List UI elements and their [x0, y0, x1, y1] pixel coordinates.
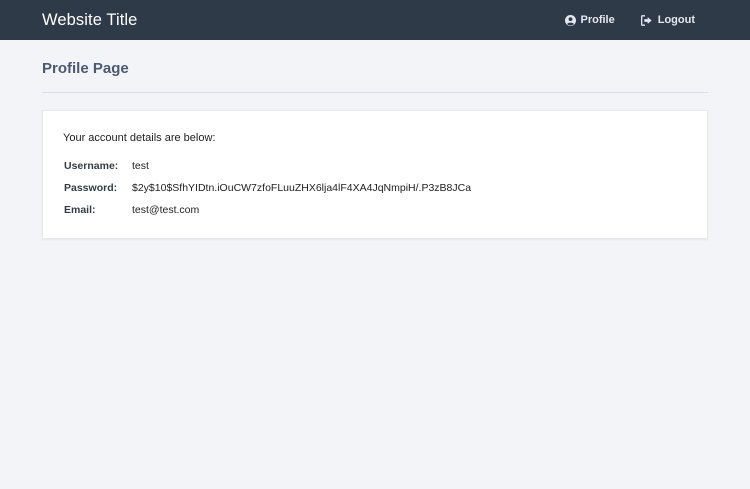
- user-circle-icon: [564, 14, 576, 26]
- username-label: Username:: [64, 160, 119, 172]
- email-row: Email: test@test.com: [63, 199, 471, 221]
- logout-link[interactable]: Logout: [640, 14, 695, 26]
- nav-links: Profile Logout: [564, 14, 709, 26]
- site-title[interactable]: Website Title: [42, 11, 137, 30]
- username-value: test: [132, 160, 149, 172]
- account-details-card: Your account details are below: Username…: [42, 110, 708, 239]
- sign-out-icon: [640, 14, 653, 26]
- main-content: Profile Page Your account details are be…: [0, 40, 750, 239]
- profile-link-label: Profile: [580, 14, 615, 26]
- username-row: Username: test: [63, 155, 471, 177]
- password-label: Password:: [64, 182, 118, 194]
- top-navbar: Website Title Profile Logout: [0, 0, 750, 40]
- email-label: Email:: [64, 204, 96, 216]
- profile-link[interactable]: Profile: [564, 14, 615, 26]
- account-intro-text: Your account details are below:: [63, 132, 216, 144]
- page-title: Profile Page: [42, 60, 129, 77]
- title-divider: [42, 92, 708, 93]
- logout-link-label: Logout: [657, 14, 695, 26]
- account-details-table: Username: test Password: $2y$10$SfhYIDtn…: [63, 155, 471, 221]
- email-value: test@test.com: [132, 204, 200, 216]
- password-row: Password: $2y$10$SfhYIDtn.iOuCW7zfoFLuuZ…: [63, 177, 471, 199]
- password-value: $2y$10$SfhYIDtn.iOuCW7zfoFLuuZHX6lja4lF4…: [132, 182, 472, 194]
